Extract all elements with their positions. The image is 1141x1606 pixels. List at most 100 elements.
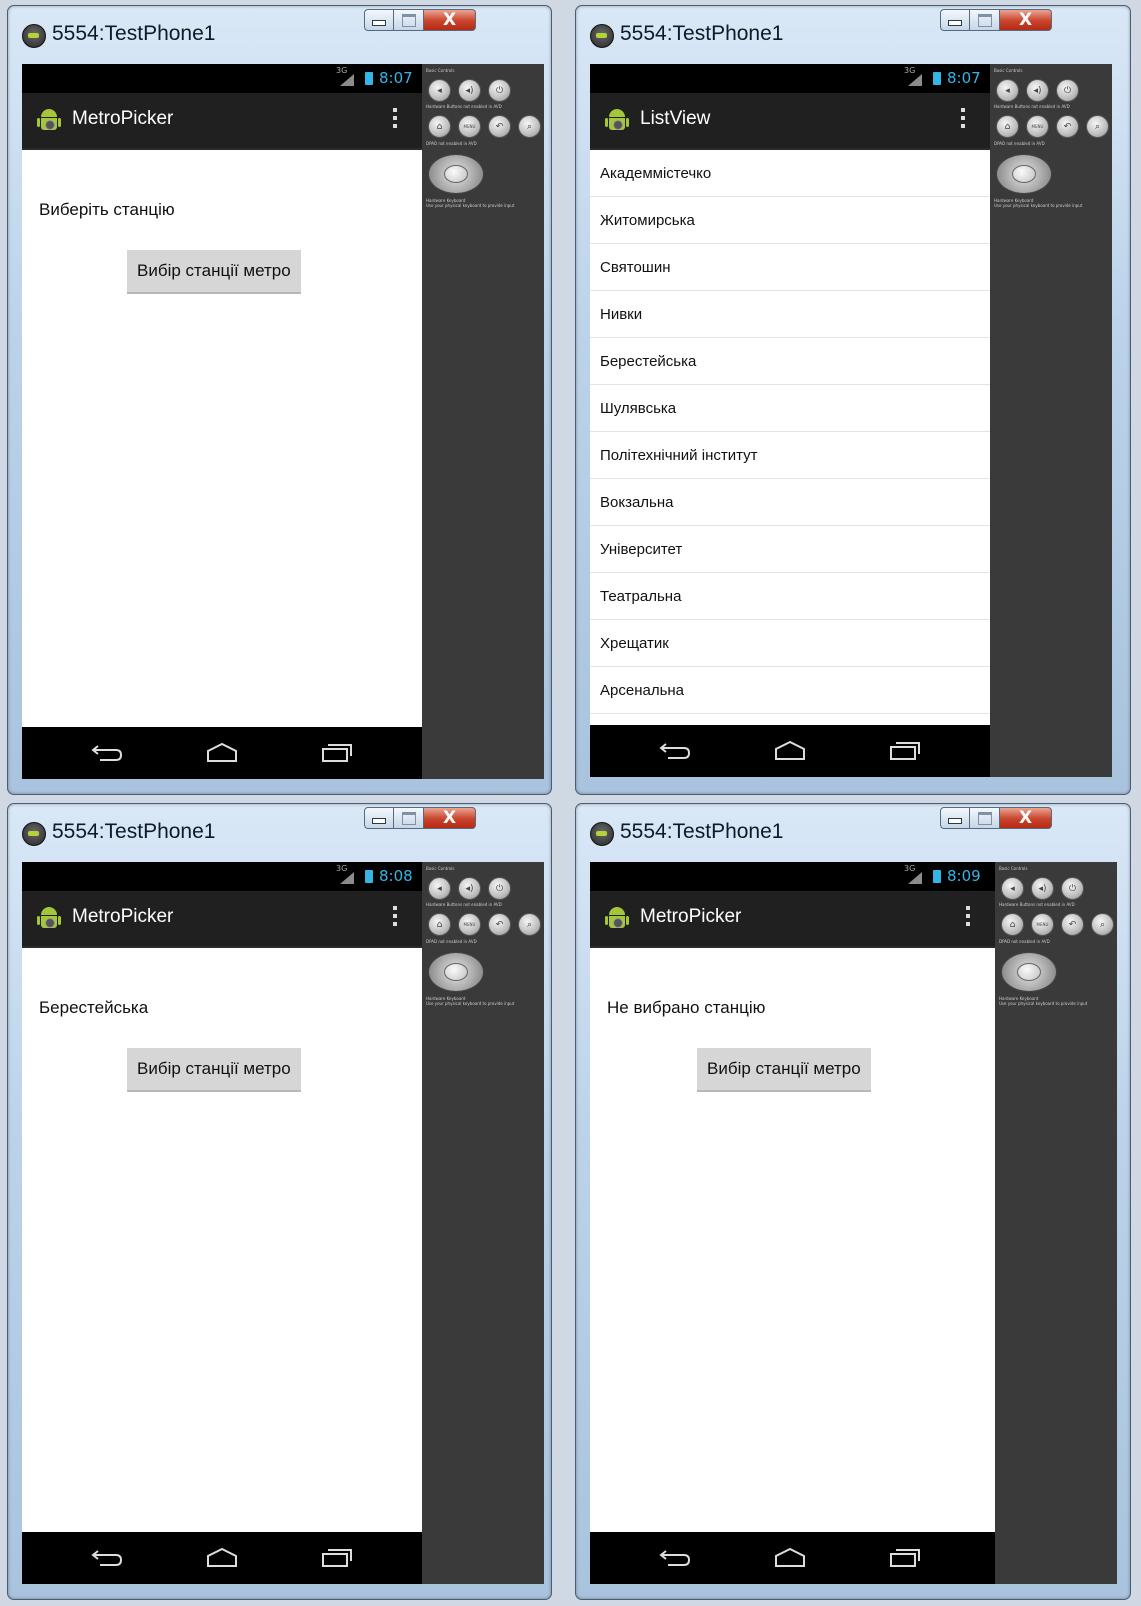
- pick-station-button[interactable]: Вибір станції метро: [127, 250, 301, 294]
- overflow-menu-icon[interactable]: [393, 906, 397, 930]
- list-item[interactable]: Святошин: [590, 244, 990, 291]
- volume-up-icon[interactable]: ◂): [458, 79, 481, 102]
- close-button[interactable]: X: [424, 807, 476, 829]
- close-icon: X: [1018, 10, 1033, 30]
- battery-icon: [365, 870, 373, 883]
- back-icon[interactable]: [90, 741, 124, 763]
- minimize-button[interactable]: [364, 807, 394, 829]
- window-titlebar[interactable]: 5554:TestPhone1 X: [8, 804, 551, 866]
- back-icon[interactable]: [658, 739, 692, 761]
- back-hw-icon[interactable]: ↶: [1056, 115, 1079, 138]
- emulator-controls-panel: Basic Controls ◂ ◂) ⏻ Hardware Buttons n…: [422, 64, 544, 779]
- list-item[interactable]: Арсенальна: [590, 667, 990, 714]
- close-icon: X: [442, 10, 457, 30]
- menu-hw-icon[interactable]: MENU: [458, 115, 481, 138]
- window-titlebar[interactable]: 5554:TestPhone1 X: [576, 6, 1130, 68]
- home-icon[interactable]: [773, 739, 807, 761]
- status-time: 8:07: [379, 69, 413, 87]
- list-item[interactable]: Шулявська: [590, 385, 990, 432]
- pick-station-button[interactable]: Вибір станції метро: [697, 1048, 871, 1092]
- back-hw-icon[interactable]: ↶: [488, 115, 511, 138]
- search-hw-icon[interactable]: ⌕: [1086, 115, 1109, 138]
- home-hw-icon[interactable]: ⌂: [1001, 913, 1024, 936]
- home-hw-icon[interactable]: ⌂: [996, 115, 1019, 138]
- power-icon[interactable]: ⏻: [488, 79, 511, 102]
- panel-heading: DPAD not enabled in AVD: [999, 939, 1050, 944]
- maximize-icon: [401, 811, 416, 825]
- close-button[interactable]: X: [1000, 807, 1052, 829]
- maximize-icon: [977, 13, 992, 27]
- power-icon[interactable]: ⏻: [1061, 877, 1084, 900]
- dpad-icon[interactable]: [428, 154, 484, 194]
- list-item[interactable]: Академмістечко: [590, 150, 990, 197]
- home-icon[interactable]: [205, 741, 239, 763]
- volume-up-icon[interactable]: ◂): [1031, 877, 1054, 900]
- emulator-app-icon: [22, 822, 46, 846]
- volume-down-icon[interactable]: ◂: [996, 79, 1019, 102]
- volume-up-icon[interactable]: ◂): [458, 877, 481, 900]
- maximize-button[interactable]: [970, 807, 1000, 829]
- home-hw-icon[interactable]: ⌂: [428, 115, 451, 138]
- panel-heading: Hardware Buttons not enabled in AVD: [426, 104, 502, 109]
- home-icon[interactable]: [773, 1546, 807, 1568]
- volume-down-icon[interactable]: ◂: [428, 79, 451, 102]
- menu-hw-icon[interactable]: MENU: [458, 913, 481, 936]
- window-titlebar[interactable]: 5554:TestPhone1 X: [8, 6, 551, 68]
- minimize-button[interactable]: [940, 9, 970, 31]
- power-icon[interactable]: ⏻: [488, 877, 511, 900]
- home-icon[interactable]: [205, 1546, 239, 1568]
- device-screen: 3G 8:08 MetroPicker Берестейська Вибір с…: [22, 862, 422, 1584]
- navigation-bar: [590, 725, 990, 777]
- list-item[interactable]: Житомирська: [590, 197, 990, 244]
- menu-hw-icon[interactable]: MENU: [1031, 913, 1054, 936]
- search-hw-icon[interactable]: ⌕: [1091, 913, 1114, 936]
- window-titlebar[interactable]: 5554:TestPhone1 X: [576, 804, 1130, 866]
- app-title: MetroPicker: [72, 108, 174, 129]
- overflow-menu-icon[interactable]: [393, 108, 397, 132]
- pick-station-button[interactable]: Вибір станції метро: [127, 1048, 301, 1092]
- menu-hw-icon[interactable]: MENU: [1026, 115, 1049, 138]
- overflow-menu-icon[interactable]: [961, 108, 965, 132]
- list-item[interactable]: Хрещатик: [590, 620, 990, 667]
- window-title: 5554:TestPhone1: [620, 22, 784, 45]
- dpad-icon[interactable]: [996, 154, 1052, 194]
- list-item[interactable]: Політехнічний інститут: [590, 432, 990, 479]
- action-bar: ListView: [590, 93, 990, 150]
- panel-heading: Hardware Buttons not enabled in AVD: [994, 104, 1070, 109]
- recent-apps-icon[interactable]: [888, 739, 922, 761]
- action-bar: MetroPicker: [22, 93, 422, 150]
- back-hw-icon[interactable]: ↶: [1061, 913, 1084, 936]
- dpad-icon[interactable]: [428, 952, 484, 992]
- list-item[interactable]: Театральна: [590, 573, 990, 620]
- back-icon[interactable]: [90, 1546, 124, 1568]
- search-hw-icon[interactable]: ⌕: [518, 913, 541, 936]
- home-hw-icon[interactable]: ⌂: [428, 913, 451, 936]
- dpad-icon[interactable]: [1001, 952, 1057, 992]
- maximize-button[interactable]: [394, 9, 424, 31]
- minimize-button[interactable]: [364, 9, 394, 31]
- recent-apps-icon[interactable]: [320, 1546, 354, 1568]
- recent-apps-icon[interactable]: [320, 741, 354, 763]
- recent-apps-icon[interactable]: [888, 1546, 922, 1568]
- emulator-window: 5554:TestPhone1 X 3G 8:09 MetroPicker Не…: [575, 803, 1131, 1600]
- close-button[interactable]: X: [424, 9, 476, 31]
- volume-down-icon[interactable]: ◂: [1001, 877, 1024, 900]
- power-icon[interactable]: ⏻: [1056, 79, 1079, 102]
- list-item[interactable]: Нивки: [590, 291, 990, 338]
- navigation-bar: [22, 727, 422, 779]
- maximize-button[interactable]: [394, 807, 424, 829]
- volume-up-icon[interactable]: ◂): [1026, 79, 1049, 102]
- station-label: Виберіть станцію: [39, 200, 175, 219]
- back-icon[interactable]: [658, 1546, 692, 1568]
- list-item[interactable]: Берестейська: [590, 338, 990, 385]
- overflow-menu-icon[interactable]: [966, 906, 970, 930]
- minimize-button[interactable]: [940, 807, 970, 829]
- close-button[interactable]: X: [1000, 9, 1052, 31]
- maximize-button[interactable]: [970, 9, 1000, 31]
- list-item[interactable]: Вокзальна: [590, 479, 990, 526]
- list-item[interactable]: Університет: [590, 526, 990, 573]
- search-hw-icon[interactable]: ⌕: [518, 115, 541, 138]
- volume-down-icon[interactable]: ◂: [428, 877, 451, 900]
- station-list[interactable]: Академмістечко Житомирська Святошин Нивк…: [590, 150, 990, 714]
- back-hw-icon[interactable]: ↶: [488, 913, 511, 936]
